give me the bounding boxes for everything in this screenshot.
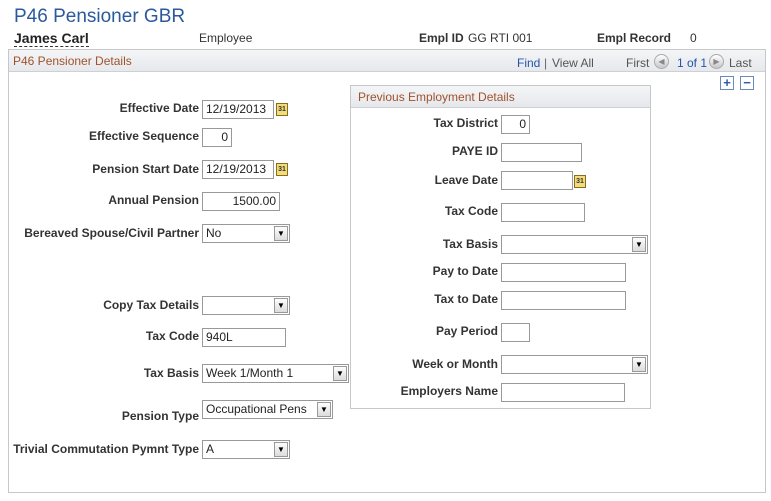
annual-pension-label: Annual Pension [108,193,199,207]
prev-tax-basis-select[interactable]: ▼ [501,235,648,254]
prev-tax-to-date-label: Tax to Date [434,292,498,306]
find-link[interactable]: Find [517,56,540,70]
prev-week-or-month-label: Week or Month [412,357,498,371]
tax-code-label: Tax Code [145,329,199,343]
pension-type-value: Occupational Pens [206,402,307,416]
pension-start-date-label: Pension Start Date [92,162,199,176]
prev-pay-period-input[interactable] [501,323,530,342]
delete-row-button[interactable]: − [740,76,754,90]
panel-title: P46 Pensioner Details [13,54,132,68]
prev-week-or-month-select[interactable]: ▼ [501,355,648,374]
empl-id-value: GG RTI 001 [468,31,533,45]
effective-date-input[interactable]: 12/19/2013 [202,100,274,119]
prev-tax-to-date-input[interactable] [501,291,626,310]
pension-type-label: Pension Type [121,409,199,423]
prev-paye-id-input[interactable] [501,143,582,162]
nav-separator: | [544,56,548,70]
bereaved-spouse-label: Bereaved Spouse/Civil Partner [24,226,199,240]
empl-record-label: Empl Record [597,31,672,45]
bereaved-spouse-select[interactable]: No ▼ [202,224,290,243]
prev-pay-to-date-label: Pay to Date [432,264,498,278]
prev-employers-name-input[interactable] [501,383,625,402]
tax-basis-select[interactable]: Week 1/Month 1 ▼ [202,364,349,383]
chevron-down-icon[interactable]: ▼ [274,298,288,313]
copy-tax-details-label: Copy Tax Details [103,298,199,312]
bereaved-spouse-value: No [206,226,222,240]
effective-sequence-label: Effective Sequence [88,129,199,143]
chevron-down-icon[interactable]: ▼ [333,366,347,381]
page-title: P46 Pensioner GBR [14,6,186,27]
prev-tax-code-label: Tax Code [444,204,498,218]
employee-type: Employee [199,31,253,45]
prev-tax-district-input[interactable]: 0 [501,115,530,134]
prev-tax-district-label: Tax District [433,116,498,130]
previous-employment-title: Previous Employment Details [358,90,515,104]
next-row-icon[interactable]: ▶ [709,54,724,69]
row-range: 1 of 1 [677,56,708,70]
effective-sequence-input[interactable]: 0 [202,128,232,147]
chevron-down-icon[interactable]: ▼ [632,237,646,252]
pension-start-date-calendar-icon[interactable]: 31 [276,163,288,176]
prev-paye-id-label: PAYE ID [451,144,498,158]
tax-basis-value: Week 1/Month 1 [206,366,294,380]
previous-row-icon[interactable]: ◀ [654,54,669,69]
trivial-commutation-value: A [206,442,215,456]
prev-employers-name-label: Employers Name [400,384,498,398]
effective-date-calendar-icon[interactable]: 31 [276,103,288,116]
prev-tax-code-input[interactable] [501,203,585,222]
chevron-down-icon[interactable]: ▼ [274,226,288,241]
chevron-down-icon[interactable]: ▼ [632,357,646,372]
prev-leave-date-calendar-icon[interactable]: 31 [574,175,586,188]
prev-pay-period-label: Pay Period [435,324,498,338]
trivial-commutation-select[interactable]: A ▼ [202,440,290,459]
effective-date-label: Effective Date [119,101,199,115]
employee-name: James Carl [14,30,89,47]
chevron-down-icon[interactable]: ▼ [274,442,288,457]
empl-id-label: Empl ID [419,31,464,45]
pension-type-select[interactable]: Occupational Pens ▼ [202,400,333,419]
tax-basis-label: Tax Basis [143,366,199,380]
last-label: Last [729,56,752,70]
copy-tax-details-select[interactable]: ▼ [202,296,290,315]
first-label: First [626,56,650,70]
empl-record-value: 0 [690,31,697,45]
trivial-commutation-label: Trivial Commutation Pymnt Type [13,442,199,456]
annual-pension-input[interactable]: 1500.00 [202,192,280,211]
pension-start-date-input[interactable]: 12/19/2013 [202,160,274,179]
chevron-down-icon[interactable]: ▼ [317,402,331,417]
tax-code-input[interactable]: 940L [202,328,286,347]
prev-pay-to-date-input[interactable] [501,263,626,282]
prev-leave-date-label: Leave Date [434,173,498,187]
add-row-button[interactable]: + [720,76,734,90]
prev-tax-basis-label: Tax Basis [442,237,498,251]
prev-leave-date-input[interactable] [501,171,573,190]
view-all-link[interactable]: View All [552,56,594,70]
